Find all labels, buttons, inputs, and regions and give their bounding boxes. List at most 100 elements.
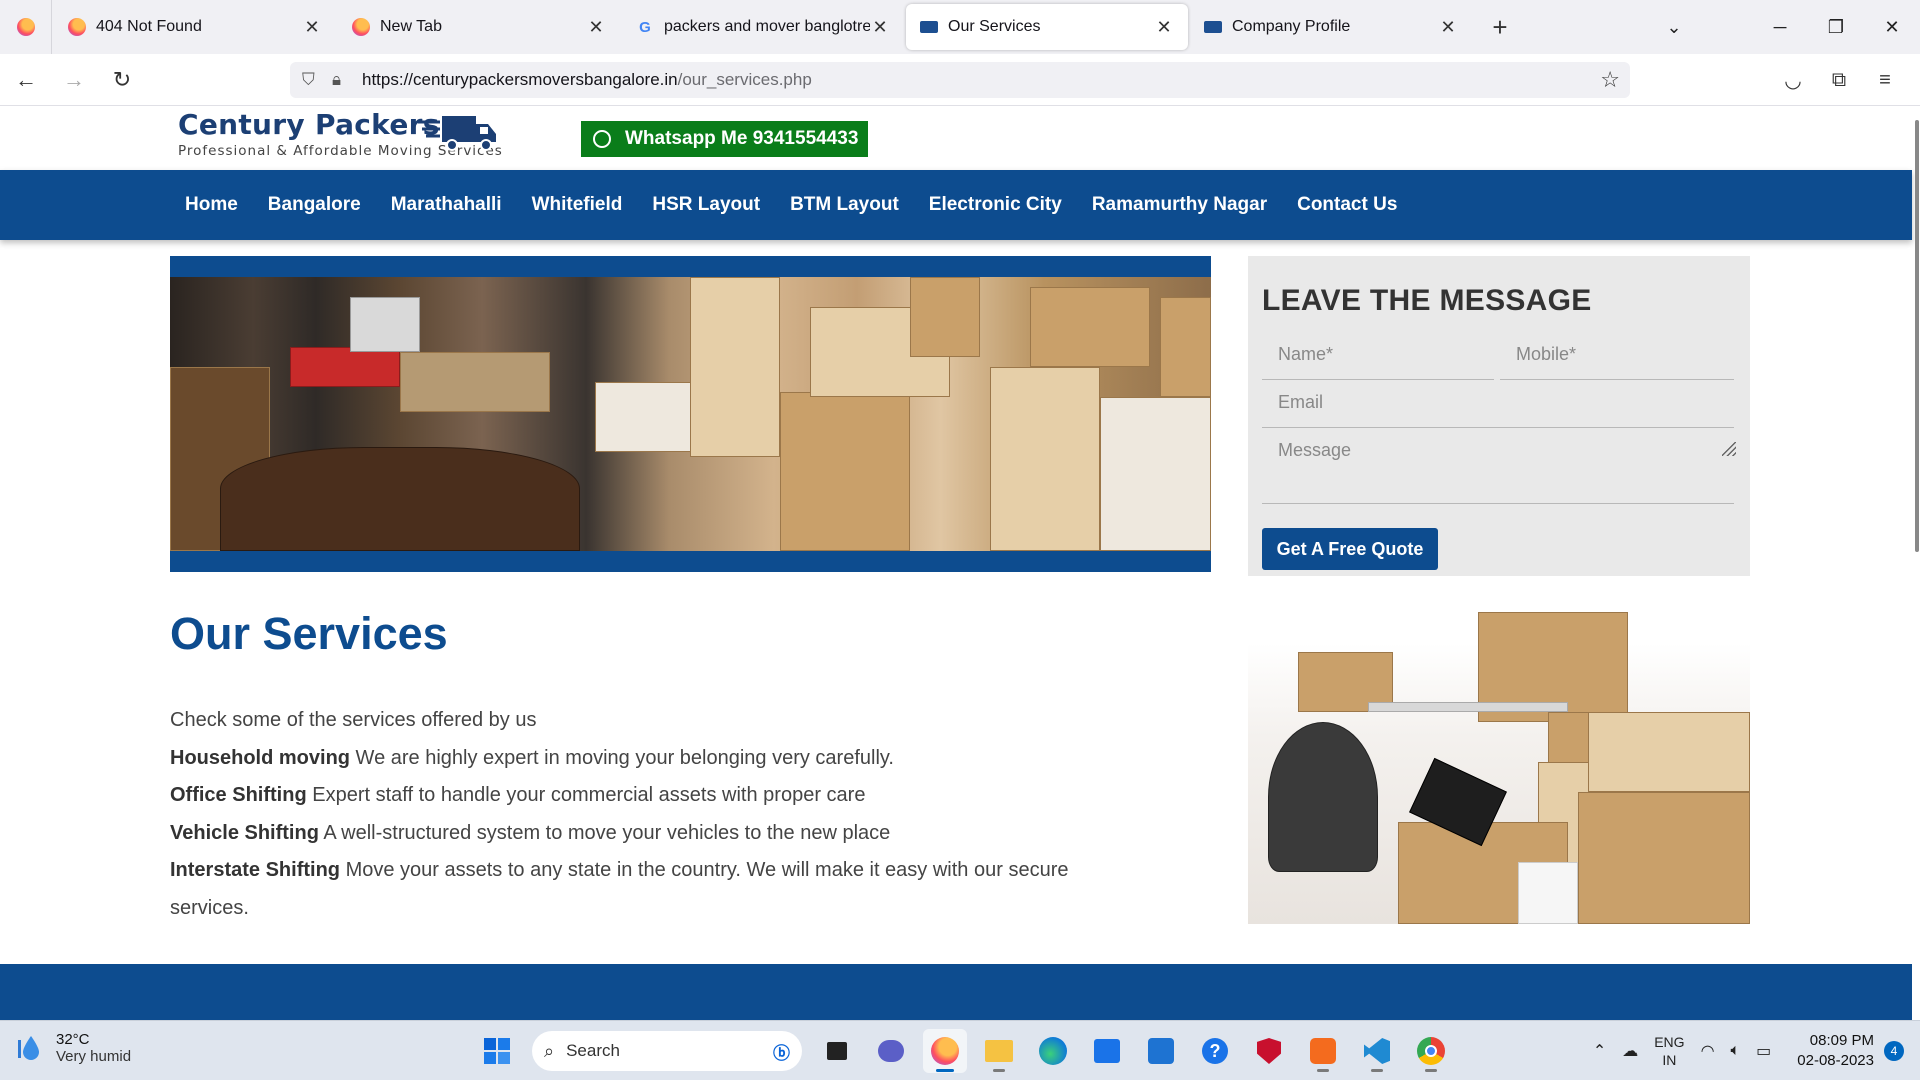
help-button[interactable]: ?	[1193, 1029, 1237, 1073]
clock-time: 08:09 PM	[1809, 1032, 1874, 1049]
photos-app-button[interactable]	[1139, 1029, 1183, 1073]
nav-item-bangalore[interactable]: Bangalore	[253, 194, 376, 216]
tab-our-services[interactable]: Our Services ✕	[906, 4, 1188, 50]
file-explorer-button[interactable]	[977, 1029, 1021, 1073]
service-name: Household moving	[170, 746, 350, 769]
truck-icon	[418, 116, 496, 151]
get-free-quote-button[interactable]: Get A Free Quote	[1262, 528, 1438, 570]
chrome-button[interactable]	[1409, 1029, 1453, 1073]
page-viewport: Century Packers Professional & Affordabl…	[0, 106, 1920, 1020]
tab-google-search[interactable]: G packers and mover banglotre c ✕	[622, 4, 904, 50]
menu-icon[interactable]: ≡	[1862, 62, 1908, 98]
pocket-icon[interactable]: ◡	[1770, 62, 1816, 98]
notification-badge[interactable]: 4	[1884, 1041, 1904, 1061]
vscode-button[interactable]	[1355, 1029, 1399, 1073]
textarea-resize-handle[interactable]	[1722, 442, 1736, 456]
firefox-icon	[352, 18, 370, 36]
windows-icon	[484, 1038, 510, 1064]
lock-icon[interactable]: 🔒︎	[332, 70, 362, 90]
tab-company-profile[interactable]: Company Profile ✕	[1190, 4, 1472, 50]
wifi-icon[interactable]: ◠	[1701, 1041, 1715, 1061]
tab-404-not-found[interactable]: 404 Not Found ✕	[54, 4, 336, 50]
close-tab-icon[interactable]: ✕	[302, 17, 322, 38]
temperature: 32°C	[56, 1031, 90, 1048]
close-window-icon[interactable]: ✕	[1864, 17, 1920, 38]
whatsapp-label: Whatsapp Me 9341554433	[625, 128, 859, 149]
folder-icon	[985, 1040, 1013, 1062]
name-input[interactable]: Name*	[1262, 336, 1494, 380]
url-bar[interactable]: ⛉ 🔒︎ https://centurypackersmoversbangalo…	[290, 62, 1630, 98]
nav-item-hsr-layout[interactable]: HSR Layout	[637, 194, 775, 216]
mcafee-button[interactable]	[1247, 1029, 1291, 1073]
tab-title: packers and mover banglotre c	[664, 18, 870, 35]
taskbar-search[interactable]: ⌕ Search ⓑ	[532, 1031, 802, 1071]
office-app-button[interactable]	[1301, 1029, 1345, 1073]
bing-icon: ⓑ	[773, 1043, 790, 1063]
nav-item-home[interactable]: Home	[170, 194, 253, 216]
service-desc: A well-structured system to move your ve…	[318, 821, 891, 844]
message-textarea[interactable]: Message	[1262, 432, 1734, 504]
page-title: Our Services	[170, 608, 448, 659]
service-office: Office Shifting Expert staff to handle y…	[170, 777, 1150, 815]
store-button[interactable]	[1085, 1029, 1129, 1073]
bookmark-star-icon[interactable]: ☆	[1600, 67, 1620, 93]
region-code: IN	[1662, 1052, 1677, 1068]
system-tray: ⌃ ☁ ENG IN ◠ 🔈︎ ▭ 08:09 PM 02-08-2023 4	[1585, 1021, 1920, 1080]
restore-icon[interactable]: ❐	[1808, 17, 1864, 38]
search-icon: ⌕	[544, 1040, 555, 1061]
close-tab-icon[interactable]: ✕	[1154, 17, 1174, 38]
scrollbar-thumb[interactable]	[1915, 120, 1919, 552]
reload-icon[interactable]: ↻	[100, 58, 144, 102]
nav-item-contact-us[interactable]: Contact Us	[1282, 194, 1412, 216]
service-vehicle: Vehicle Shifting A well-structured syste…	[170, 815, 1150, 853]
tab-title: Company Profile	[1232, 18, 1351, 35]
firefox-icon	[931, 1037, 959, 1065]
back-arrow-icon[interactable]: ←	[4, 58, 48, 102]
close-tab-icon[interactable]: ✕	[1438, 17, 1458, 38]
list-tabs-icon[interactable]: ⌄	[1646, 17, 1702, 38]
firefox-taskbar-button[interactable]	[923, 1029, 967, 1073]
services-content: Check some of the services offered by us…	[170, 702, 1150, 927]
volume-icon[interactable]: 🔈︎	[1731, 1042, 1741, 1060]
nav-item-whitefield[interactable]: Whitefield	[517, 194, 638, 216]
email-input[interactable]: Email	[1262, 384, 1734, 428]
start-button[interactable]	[475, 1029, 519, 1073]
tab-title: New Tab	[380, 18, 442, 35]
truck-icon	[920, 18, 938, 36]
clock[interactable]: 08:09 PM 02-08-2023	[1797, 1031, 1874, 1071]
page-scrollbar[interactable]	[1912, 106, 1920, 1020]
new-tab-button[interactable]: +	[1480, 7, 1520, 47]
taskbar-apps: ⌕ Search ⓑ ?	[470, 1029, 1458, 1073]
task-view-icon	[827, 1042, 847, 1060]
language-indicator[interactable]: ENG IN	[1654, 1033, 1684, 1069]
weather-widget[interactable]: 32°C Very humid	[18, 1031, 131, 1065]
nav-item-ramamurthy-nagar[interactable]: Ramamurthy Nagar	[1077, 194, 1282, 216]
url-text[interactable]: https://centurypackersmoversbangalore.in…	[362, 70, 812, 90]
firefox-view-button[interactable]	[0, 0, 52, 54]
onedrive-icon[interactable]: ☁	[1622, 1041, 1638, 1061]
close-tab-icon[interactable]: ✕	[586, 17, 606, 38]
form-title: LEAVE THE MESSAGE	[1262, 284, 1592, 317]
shield-icon[interactable]: ⛉	[302, 70, 332, 90]
nav-item-btm-layout[interactable]: BTM Layout	[775, 194, 914, 216]
footer-band	[0, 964, 1912, 1020]
task-view-button[interactable]	[815, 1029, 859, 1073]
chevron-up-icon[interactable]: ⌃	[1593, 1041, 1606, 1061]
url-path: /our_services.php	[677, 70, 812, 89]
tab-new-tab[interactable]: New Tab ✕	[338, 4, 620, 50]
navigation-toolbar: ← → ↻ ⛉ 🔒︎ https://centurypackersmoversb…	[0, 54, 1920, 106]
battery-icon[interactable]: ▭	[1756, 1041, 1771, 1061]
chat-app-button[interactable]	[869, 1029, 913, 1073]
edge-button[interactable]	[1031, 1029, 1075, 1073]
extensions-icon[interactable]: ⧉	[1816, 62, 1862, 98]
close-tab-icon[interactable]: ✕	[870, 17, 890, 38]
mobile-input[interactable]: Mobile*	[1500, 336, 1734, 380]
minimize-icon[interactable]: ─	[1752, 17, 1808, 38]
nav-item-electronic-city[interactable]: Electronic City	[914, 194, 1077, 216]
chrome-icon	[1417, 1037, 1445, 1065]
help-icon: ?	[1202, 1038, 1228, 1064]
tab-strip: 404 Not Found ✕ New Tab ✕ G packers and …	[0, 0, 1920, 54]
nav-item-marathahalli[interactable]: Marathahalli	[376, 194, 517, 216]
whatsapp-button[interactable]: Whatsapp Me 9341554433	[581, 121, 868, 157]
forward-arrow-icon[interactable]: →	[52, 58, 96, 102]
